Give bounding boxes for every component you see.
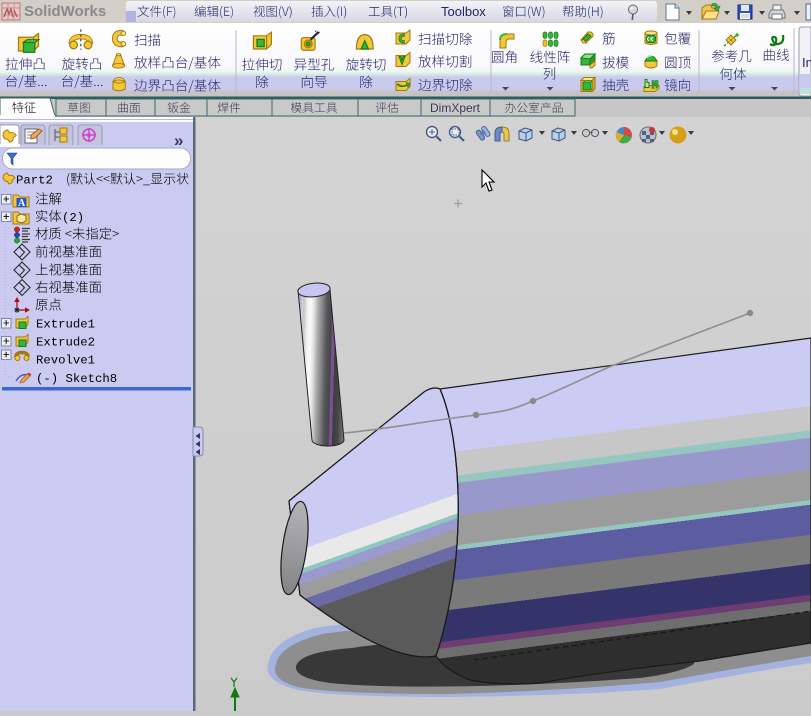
- svg-text:Extrude1: Extrude1: [36, 318, 95, 332]
- svg-text:»: »: [174, 131, 183, 150]
- svg-text:A: A: [18, 198, 26, 209]
- svg-text:Revolve1: Revolve1: [36, 354, 95, 368]
- svg-text:DimXpert: DimXpert: [430, 101, 481, 115]
- svg-text:In: In: [802, 55, 811, 70]
- svg-text:SolidWorks: SolidWorks: [24, 3, 106, 20]
- svg-text:Extrude2: Extrude2: [36, 336, 95, 350]
- svg-text:Part2: Part2: [16, 174, 53, 188]
- svg-text:(-) Sketch8: (-) Sketch8: [36, 372, 117, 386]
- svg-text:(2): (2): [62, 211, 84, 225]
- svg-text:Toolbox: Toolbox: [441, 4, 486, 19]
